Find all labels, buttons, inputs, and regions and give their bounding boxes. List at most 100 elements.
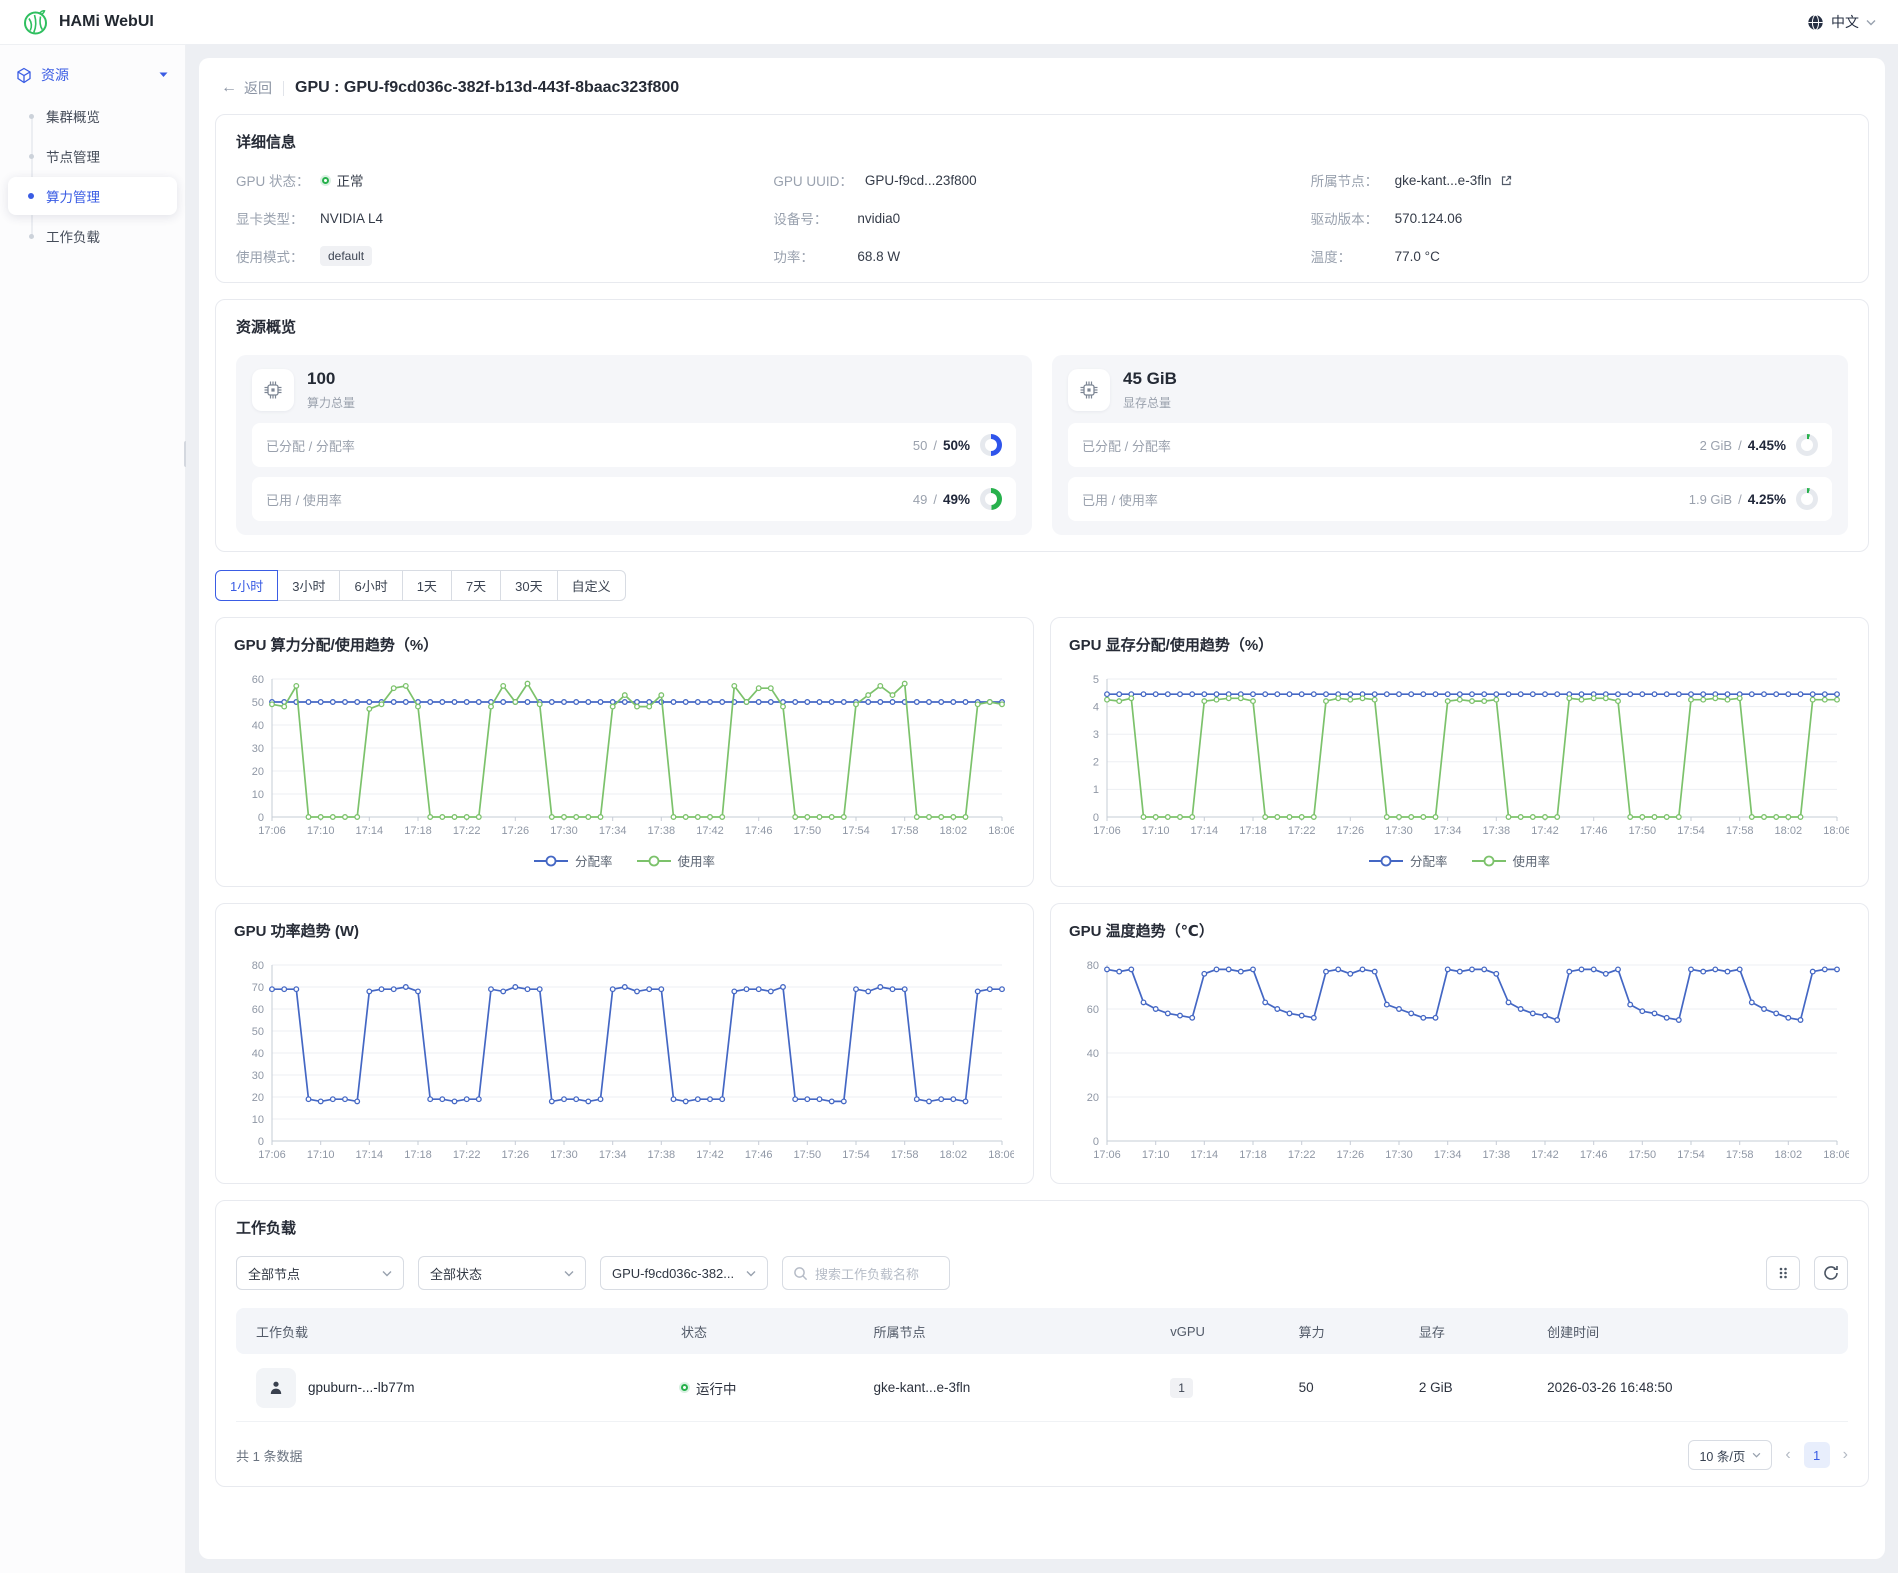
- page-title: GPU : GPU-f9cd036c-382f-b13d-443f-8baac3…: [295, 79, 679, 97]
- external-link-icon[interactable]: [1500, 174, 1513, 187]
- detail-field-value: 68.8 W: [857, 249, 900, 264]
- svg-text:0: 0: [1093, 812, 1099, 824]
- hami-logo-icon: [22, 9, 49, 36]
- detail-field-label: 功率：: [773, 246, 845, 266]
- column-settings-icon: [1775, 1265, 1791, 1281]
- svg-text:60: 60: [1087, 1004, 1099, 1016]
- svg-text:17:10: 17:10: [307, 825, 335, 837]
- svg-text:17:10: 17:10: [1142, 825, 1170, 837]
- svg-text:17:22: 17:22: [1288, 825, 1316, 837]
- sidebar-tree: 集群概览节点管理算力管理工作负载: [0, 97, 185, 255]
- workload-compute-cell: 50: [1283, 1380, 1403, 1395]
- time-tab-5[interactable]: 30天: [500, 570, 557, 601]
- sidebar-item-3[interactable]: 工作负载: [8, 217, 177, 255]
- sidebar-item-0[interactable]: 集群概览: [8, 97, 177, 135]
- stat-text-wrap: 45 GiB显存总量: [1123, 369, 1177, 410]
- main-content: ← 返回 GPU : GPU-f9cd036c-382f-b13d-443f-8…: [186, 44, 1898, 1573]
- svg-text:17:18: 17:18: [404, 1149, 432, 1161]
- svg-text:18:02: 18:02: [940, 825, 968, 837]
- legend-item[interactable]: 使用率: [637, 851, 716, 870]
- workloads-filters: 全部节点 全部状态 GPU-f9cd036c-382... 搜索工作负: [236, 1256, 1848, 1290]
- legend-label: 分配率: [575, 851, 613, 870]
- next-page-button[interactable]: ›: [1843, 1447, 1848, 1463]
- table-column-header-0: 工作负载: [240, 1322, 665, 1341]
- table-column-header-5: 显存: [1403, 1322, 1531, 1341]
- stat-total-value: 100: [307, 369, 355, 389]
- prev-page-button[interactable]: ‹: [1785, 1447, 1790, 1463]
- table-row[interactable]: gpuburn-...-lb77m运行中gke-kant...e-3fln150…: [236, 1354, 1848, 1422]
- svg-text:0: 0: [258, 812, 264, 824]
- language-switcher[interactable]: 中文: [1807, 12, 1876, 32]
- legend-item[interactable]: 分配率: [1369, 851, 1448, 870]
- chart-card-2: GPU 功率趋势 (W)0102030405060708017:0617:101…: [215, 903, 1034, 1184]
- overview-stats: 100算力总量已分配 / 分配率50/50%已用 / 使用率49/49%45 G…: [236, 355, 1848, 535]
- status-filter-value: 全部状态: [430, 1264, 482, 1283]
- chart-title: GPU 显存分配/使用趋势（%）: [1069, 634, 1850, 655]
- detail-field-7: 功率： 68.8 W: [773, 246, 1310, 266]
- line-chart: 01234517:0617:1017:1417:1817:2217:2617:3…: [1069, 671, 1849, 843]
- donut-progress: [1796, 434, 1818, 456]
- svg-text:17:34: 17:34: [1434, 1149, 1462, 1161]
- node-filter-select[interactable]: 全部节点: [236, 1256, 404, 1290]
- workload-status-label: 运行中: [696, 1378, 737, 1398]
- svg-text:17:06: 17:06: [1093, 825, 1121, 837]
- svg-text:17:54: 17:54: [1677, 825, 1705, 837]
- charts-grid: GPU 算力分配/使用趋势（%）010203040506017:0617:101…: [215, 617, 1869, 1184]
- detail-field-label: 驱动版本：: [1311, 208, 1383, 228]
- legend-item[interactable]: 分配率: [534, 851, 613, 870]
- donut-progress: [980, 488, 1002, 510]
- svg-text:17:58: 17:58: [1726, 1149, 1754, 1161]
- detail-field-value: 77.0 °C: [1395, 249, 1440, 264]
- workload-name[interactable]: gpuburn-...-lb77m: [308, 1380, 415, 1395]
- legend-label: 使用率: [678, 851, 716, 870]
- stat-metric-value: 50/50%: [913, 434, 1002, 456]
- metric-slash: /: [933, 492, 937, 507]
- back-button[interactable]: ← 返回: [221, 78, 272, 98]
- status-filter-select[interactable]: 全部状态: [418, 1256, 586, 1290]
- time-tab-0[interactable]: 1小时: [215, 570, 278, 601]
- column-settings-button[interactable]: [1766, 1256, 1800, 1290]
- svg-text:30: 30: [252, 743, 264, 755]
- time-tab-1[interactable]: 3小时: [277, 570, 340, 601]
- sidebar-item-1[interactable]: 节点管理: [8, 137, 177, 175]
- stat-metric-label: 已分配 / 分配率: [1082, 436, 1171, 455]
- svg-text:17:26: 17:26: [1337, 825, 1365, 837]
- svg-text:17:30: 17:30: [550, 825, 578, 837]
- time-tab-2[interactable]: 6小时: [339, 570, 402, 601]
- legend-item[interactable]: 使用率: [1472, 851, 1551, 870]
- svg-text:17:30: 17:30: [1385, 1149, 1413, 1161]
- svg-text:17:50: 17:50: [794, 825, 822, 837]
- tree-dot-icon: [29, 114, 34, 119]
- time-tab-3[interactable]: 1天: [402, 570, 452, 601]
- metric-amount: 49: [913, 492, 927, 507]
- svg-text:17:58: 17:58: [891, 825, 919, 837]
- overview-card-title: 资源概览: [236, 316, 1848, 337]
- svg-text:0: 0: [1093, 1136, 1099, 1148]
- time-tab-4[interactable]: 7天: [451, 570, 501, 601]
- page-number[interactable]: 1: [1804, 1442, 1830, 1468]
- time-tab-6[interactable]: 自定义: [557, 570, 626, 601]
- metric-percent: 49%: [943, 492, 970, 507]
- overview-card: 资源概览 100算力总量已分配 / 分配率50/50%已用 / 使用率49/49…: [215, 299, 1869, 552]
- svg-text:1: 1: [1093, 784, 1099, 796]
- stat-total-label: 显存总量: [1123, 394, 1177, 411]
- sidebar-section-resources[interactable]: 资源: [0, 55, 185, 95]
- chart-card-3: GPU 温度趋势（℃）02040608017:0617:1017:1417:18…: [1050, 903, 1869, 1184]
- sidebar-item-2[interactable]: 算力管理: [8, 177, 177, 215]
- page-size-select[interactable]: 10 条/页: [1688, 1440, 1772, 1470]
- stat-card-header: 100算力总量: [252, 369, 1016, 411]
- detail-field-6: 使用模式：default: [236, 246, 773, 266]
- globe-icon: [1807, 14, 1824, 31]
- svg-text:17:06: 17:06: [1093, 1149, 1121, 1161]
- detail-field-value: 570.124.06: [1395, 211, 1463, 226]
- gpu-filter-select[interactable]: GPU-f9cd036c-382...: [600, 1256, 768, 1290]
- search-placeholder: 搜索工作负载名称: [815, 1264, 919, 1283]
- workload-search-input[interactable]: 搜索工作负载名称: [782, 1256, 950, 1290]
- metric-slash: /: [1738, 438, 1742, 453]
- svg-text:17:54: 17:54: [1677, 1149, 1705, 1161]
- refresh-button[interactable]: [1814, 1256, 1848, 1290]
- table-column-header-3: vGPU: [1154, 1324, 1282, 1339]
- table-footer: 共 1 条数据 10 条/页 ‹ 1 ›: [236, 1440, 1848, 1470]
- status-running-icon: [681, 1384, 688, 1391]
- metric-percent: 50%: [943, 438, 970, 453]
